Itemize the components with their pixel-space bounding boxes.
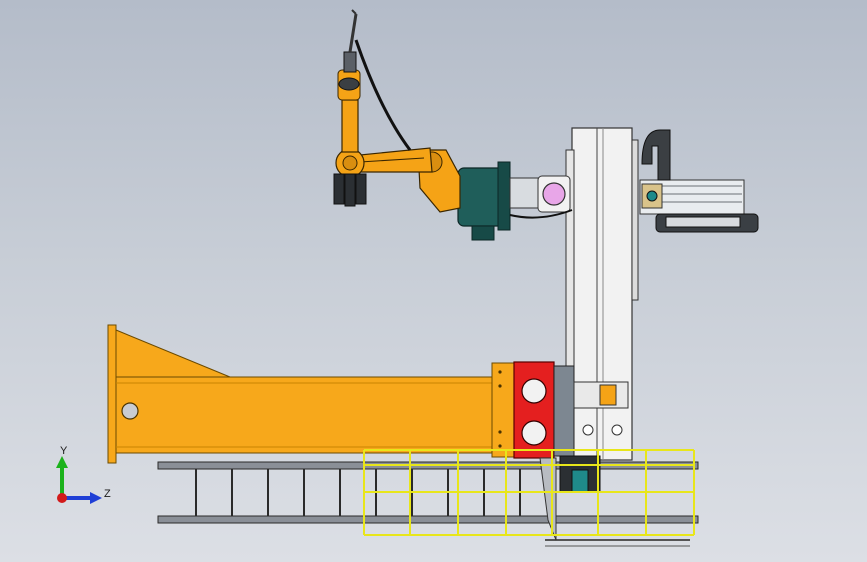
cad-viewport[interactable]: Y Z [0,0,867,562]
vertical-column [565,127,639,461]
welding-manipulator-drawing: Y Z [56,9,759,547]
robot-arm [333,69,461,213]
upper-cross-arm [639,129,759,233]
robot-base [457,161,573,241]
coordinate-triad-icon: Y Z [56,445,111,504]
floor-rail-track [157,461,699,547]
cantilever-beam [107,324,517,464]
triad-y-label: Y [60,445,68,457]
triad-z-label: Z [104,488,111,500]
